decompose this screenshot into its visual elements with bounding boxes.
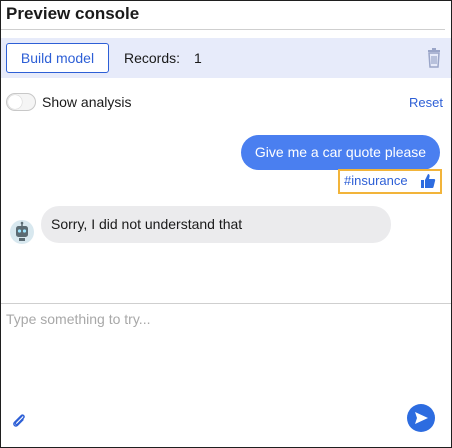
send-icon[interactable] xyxy=(407,404,435,432)
bot-message-bubble: Sorry, I did not understand that xyxy=(41,206,391,243)
toggle-knob xyxy=(8,95,22,109)
user-message-bubble: Give me a car quote please xyxy=(241,135,440,170)
panel-title: Preview console xyxy=(6,4,140,23)
intent-tag[interactable]: #insurance xyxy=(338,169,442,194)
thumbs-up-icon[interactable] xyxy=(420,173,436,189)
toolbar: Build model Records: 1 xyxy=(1,38,451,78)
reset-link[interactable]: Reset xyxy=(409,95,443,110)
show-analysis-label: Show analysis xyxy=(42,94,132,110)
records-count: 1 xyxy=(194,50,202,66)
robot-avatar-icon xyxy=(10,220,34,244)
records-label: Records: xyxy=(124,50,181,66)
preview-console-panel: Preview console Build model Records: 1 S… xyxy=(0,0,452,448)
title-divider xyxy=(1,29,445,30)
build-model-button[interactable]: Build model xyxy=(6,43,109,73)
input-divider xyxy=(1,303,451,304)
message-input[interactable] xyxy=(6,309,436,329)
intent-label: #insurance xyxy=(344,173,408,188)
paperclip-icon[interactable] xyxy=(11,411,27,429)
trash-icon[interactable] xyxy=(425,48,443,68)
show-analysis-toggle[interactable] xyxy=(6,93,36,111)
